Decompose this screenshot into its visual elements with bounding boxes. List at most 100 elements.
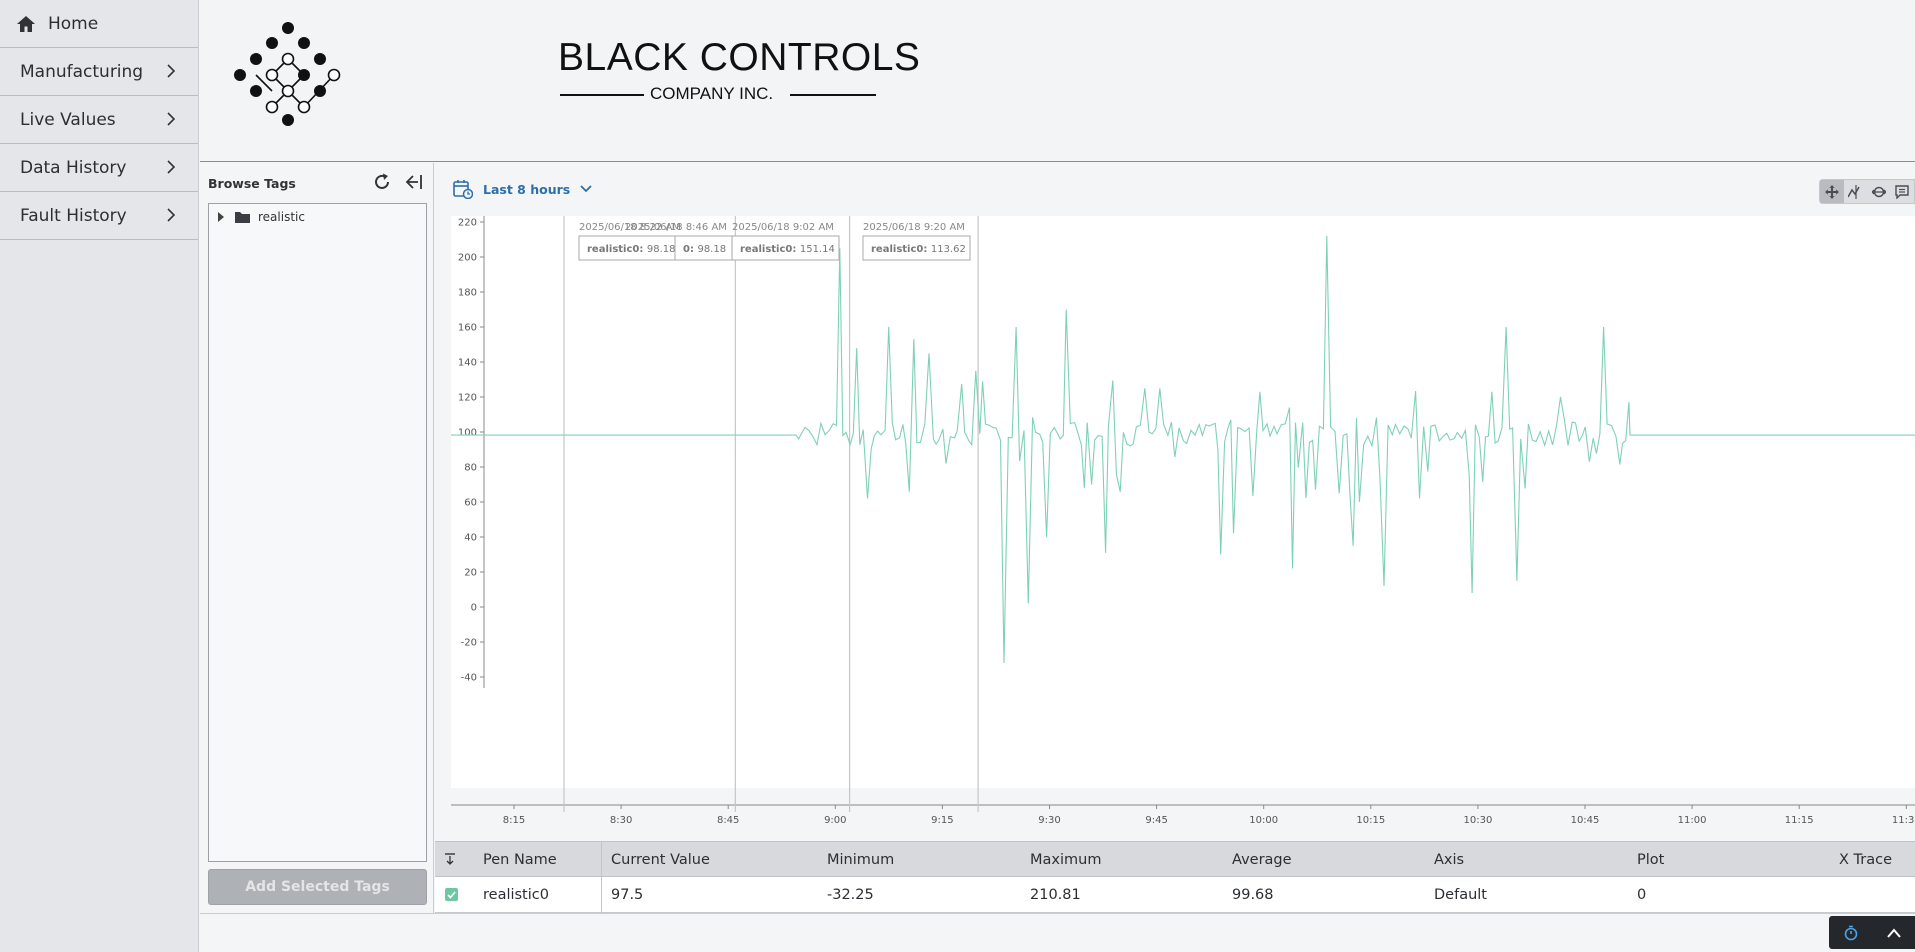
sidebar-item-manufacturing[interactable]: Manufacturing [0,48,198,96]
col-header-x-trace[interactable]: X Trace [1839,842,1892,877]
x-tick-label: 9:00 [824,815,846,826]
y-tick-label: 140 [458,358,477,369]
average-cell: 99.68 [1232,886,1274,903]
calendar-clock-icon [453,180,473,199]
stopwatch-icon[interactable] [1843,925,1859,941]
chart-toolbar [1819,179,1915,204]
cursor-value-label: realistic0: 113.62 [871,244,966,255]
pen-visible-checkbox[interactable] [445,888,458,901]
pan-tool-button[interactable] [1820,180,1844,203]
col-header-current-value[interactable]: Current Value [611,842,710,877]
chart-area: Last 8 hours 220 200 180 160 140 120 100 80 60 40… [435,163,1915,841]
date-range-selector[interactable]: Last 8 hours [453,179,592,199]
collapse-panel-icon[interactable] [404,173,424,191]
column-divider [601,841,602,913]
sidebar-item-label: Fault History [20,205,127,226]
current-value-cell: 97.5 [611,886,644,903]
y-tick-label: 220 [458,218,477,229]
chevron-down-icon [580,185,592,193]
x-tick-label: 8:45 [717,815,739,826]
y-tick-label: 160 [458,323,477,334]
trend-chart[interactable]: 220200180160140120100806040200-20-40 8:1… [435,216,1915,841]
sidebar-item-label: Home [48,13,99,34]
cursor-time-label: 2025/06/18 9:02 AM [732,222,834,233]
col-header-maximum[interactable]: Maximum [1030,842,1101,877]
y-tick-label: -20 [461,638,477,649]
chevron-right-icon [167,208,176,222]
sidebar-item-home[interactable]: Home [0,0,198,48]
date-range-label: Last 8 hours [483,181,571,197]
minimum-cell: -32.25 [827,886,874,903]
col-header-minimum[interactable]: Minimum [827,842,894,877]
plot-cell: 0 [1637,886,1647,903]
move-icon [1824,184,1839,199]
y-tick-label: 200 [458,253,477,264]
annotation-tool-button[interactable] [1891,180,1915,203]
zoom-x-tool-button[interactable] [1867,180,1891,203]
y-tick-label: 180 [458,288,477,299]
x-tick-label: 9:30 [1038,815,1060,826]
axis-cell: Default [1434,886,1487,903]
logo-subtitle: COMPANY INC. [650,84,774,103]
tag-tree: realistic [208,203,427,862]
chevron-right-icon [167,64,176,78]
maximum-cell: 210.81 [1030,886,1081,903]
comment-icon [1895,184,1909,199]
col-header-axis[interactable]: Axis [1434,842,1464,877]
cursor-value-label: 0: 98.18 [683,244,726,255]
y-tick-label: 40 [464,533,477,544]
x-tick-label: 9:15 [931,815,953,826]
chevron-up-icon[interactable] [1886,927,1902,939]
col-header-average[interactable]: Average [1232,842,1292,877]
refresh-icon[interactable] [372,172,392,192]
browse-tags-panel: Browse Tags realistic Add Selected Tags [200,163,434,952]
x-tick-label: 9:45 [1145,815,1167,826]
chevron-right-icon [167,112,176,126]
table-row[interactable]: realistic0 97.5 -32.25 210.81 99.68 Defa… [435,877,1915,913]
sidebar-item-label: Data History [20,157,127,178]
sidebar-item-live-values[interactable]: Live Values [0,96,198,144]
y-tick-label: -40 [461,673,477,684]
x-tick-label: 11:00 [1678,815,1707,826]
col-header-plot[interactable]: Plot [1637,842,1664,877]
plot-background [451,216,1915,788]
browse-tags-title: Browse Tags [208,176,296,191]
pen-name-cell: realistic0 [483,886,549,903]
col-header-pen-name[interactable]: Pen Name [483,842,557,877]
y-tick-label: 60 [464,498,477,509]
pen-table: Pen Name Current Value Minimum Maximum A… [435,841,1915,913]
cursor-value-label: realistic0: 151.14 [740,244,835,255]
x-trace-tool-button[interactable] [1844,180,1868,203]
cursor-value-label: realistic0: 98.18 [587,244,675,255]
logo-divider [790,94,876,96]
x-tick-label: 10:45 [1571,815,1600,826]
zoom-horizontal-icon [1871,186,1886,197]
caret-right-icon[interactable] [217,212,225,222]
collapse-table-icon[interactable] [445,853,455,865]
y-tick-label: 100 [458,428,477,439]
check-icon [447,890,456,899]
chevron-right-icon [167,160,176,174]
sidebar-item-fault-history[interactable]: Fault History [0,192,198,240]
page-header: BLACK CONTROLS COMPANY INC. [200,0,1915,162]
tree-node-label: realistic [258,210,305,224]
x-tick-label: 10:30 [1463,815,1492,826]
status-bar [200,913,1915,952]
x-tick-label: 8:30 [610,815,632,826]
y-tick-label: 120 [458,393,477,404]
sidebar-item-data-history[interactable]: Data History [0,144,198,192]
x-tick-label: 10:15 [1356,815,1385,826]
sidebar-nav: Home Manufacturing Live Values Data Hist… [0,0,199,952]
folder-icon [235,212,250,223]
x-tick-label: 11:15 [1785,815,1814,826]
add-selected-tags-button[interactable]: Add Selected Tags [208,869,427,905]
y-tick-label: 80 [464,463,477,474]
logo-divider [560,94,644,96]
y-tick-label: 20 [464,568,477,579]
tree-node-realistic[interactable]: realistic [217,210,305,224]
cursor-time-label: 2025/06/18 9:20 AM [863,222,965,233]
home-icon [17,15,35,32]
y-tick-label: 0 [471,603,477,614]
dock-panel [1829,916,1915,949]
x-tick-label: 11:30 [1892,815,1915,826]
